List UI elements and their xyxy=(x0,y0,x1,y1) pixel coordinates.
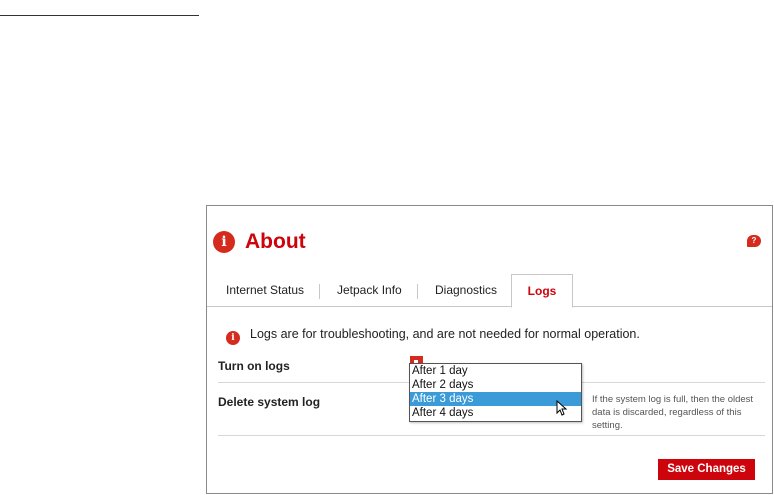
about-panel: i About ? Internet Status Jetpack Info D… xyxy=(206,205,773,494)
info-icon: i xyxy=(226,331,240,345)
notice-text: Logs are for troubleshooting, and are no… xyxy=(250,327,640,341)
panel-header: i About ? xyxy=(207,206,772,266)
dropdown-option-2-days[interactable]: After 2 days xyxy=(410,378,581,392)
help-icon[interactable]: ? xyxy=(747,235,761,247)
tab-separator xyxy=(319,284,320,299)
row-divider xyxy=(218,435,765,436)
mouse-pointer-icon xyxy=(556,400,568,416)
tab-bar: Internet Status Jetpack Info Diagnostics… xyxy=(207,274,772,308)
delete-log-help-text: If the system log is full, then the olde… xyxy=(592,394,754,431)
tab-diagnostics[interactable]: Diagnostics xyxy=(435,274,497,307)
turn-on-logs-label: Turn on logs xyxy=(218,359,290,373)
info-icon: i xyxy=(213,231,235,253)
tab-logs[interactable]: Logs xyxy=(511,274,573,308)
logs-notice: i Logs are for troubleshooting, and are n… xyxy=(226,327,640,345)
save-changes-button[interactable]: Save Changes xyxy=(658,459,755,480)
dropdown-option-1-day[interactable]: After 1 day xyxy=(410,364,581,378)
tab-jetpack-info[interactable]: Jetpack Info xyxy=(337,274,402,307)
delete-system-log-label: Delete system log xyxy=(218,395,321,409)
tab-separator xyxy=(417,284,418,299)
tab-internet-status[interactable]: Internet Status xyxy=(226,274,304,307)
page-title: About xyxy=(245,230,306,253)
top-divider xyxy=(0,15,199,16)
